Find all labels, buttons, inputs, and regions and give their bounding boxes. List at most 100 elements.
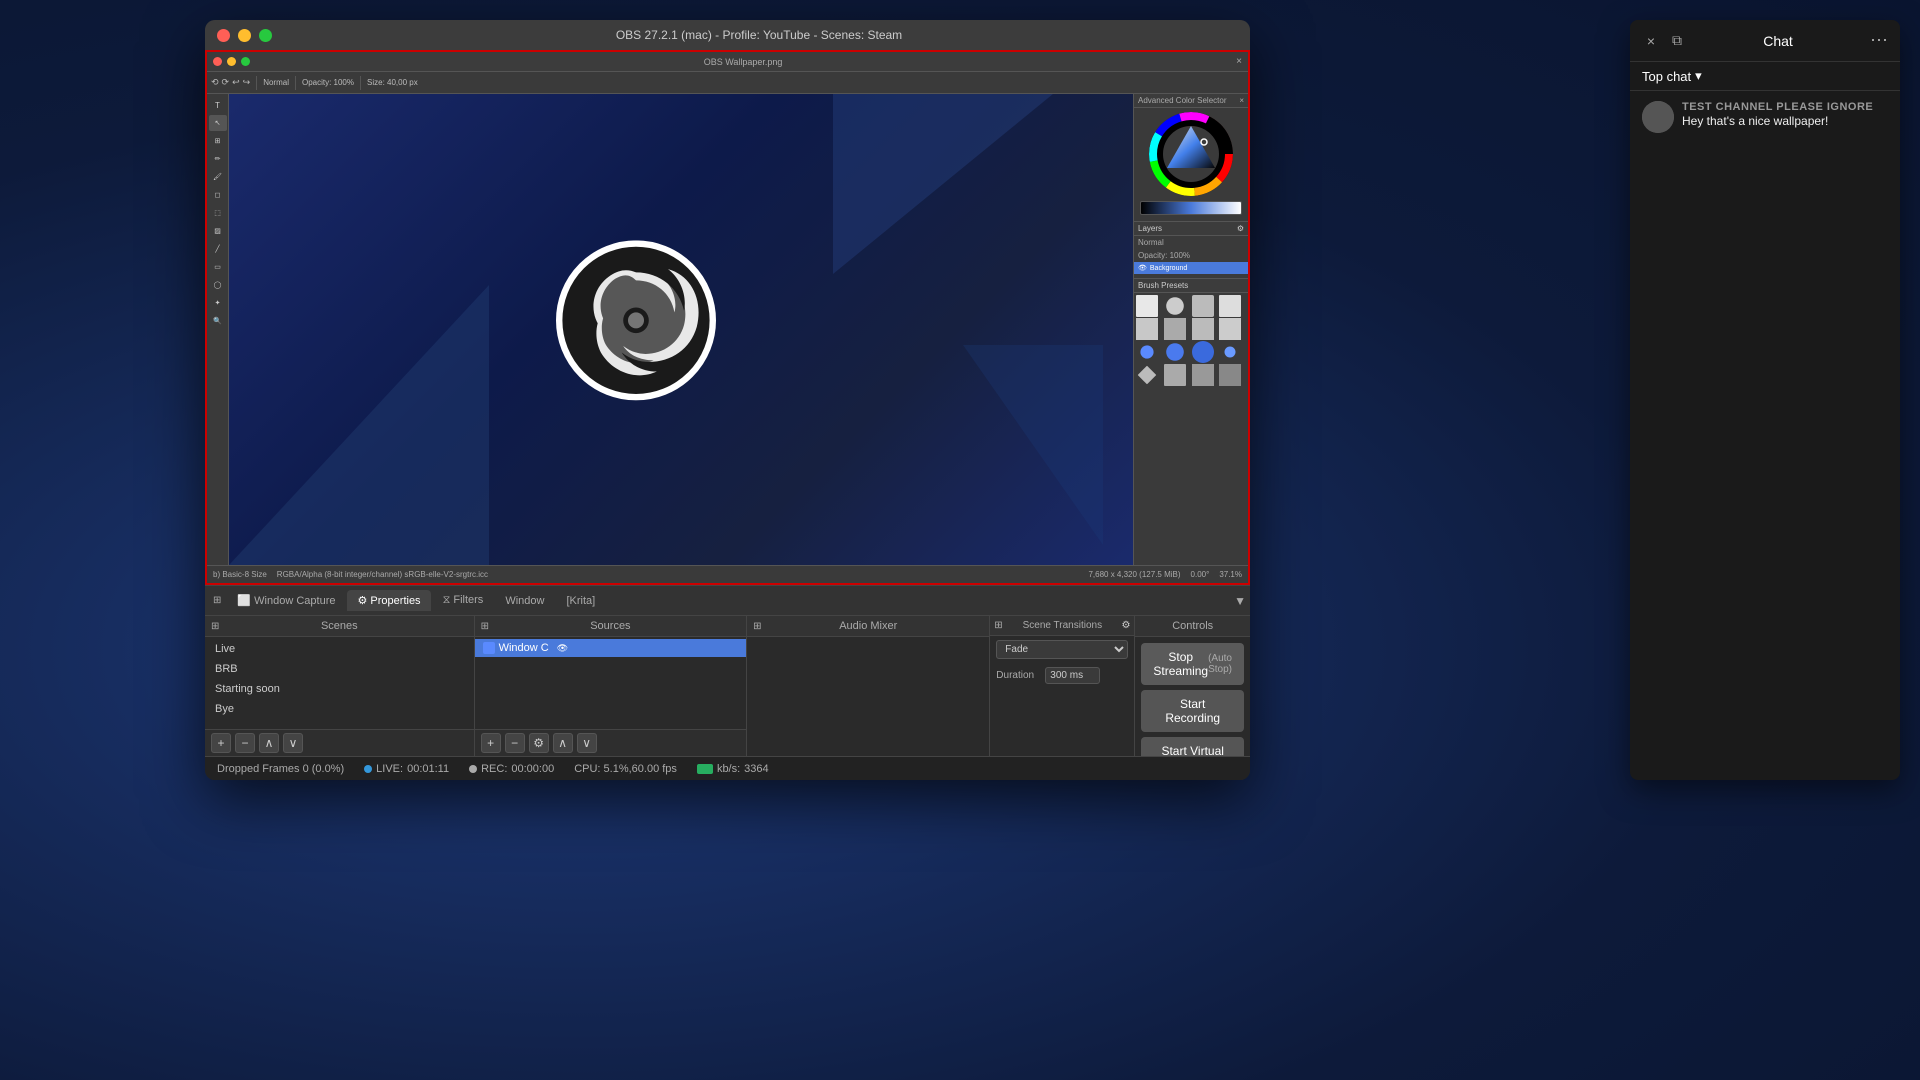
tab-expand-icon[interactable]: ⊞ [209,593,225,608]
krita-tool-brush[interactable]: 🖌 [209,169,227,185]
brush-4[interactable] [1219,295,1241,317]
source-remove-btn[interactable]: − [505,733,525,753]
tab-filters[interactable]: ⧖ Filters [433,590,494,611]
brush-12[interactable] [1225,347,1236,358]
close-button[interactable] [217,29,230,42]
source-window-c-label: Window C [499,642,549,654]
scene-add-btn[interactable]: + [211,733,231,753]
krita-tool-rect[interactable]: ▭ [209,259,227,275]
krita-tool-line[interactable]: ╱ [209,241,227,257]
transitions-settings-btn[interactable]: ⚙ [1121,620,1130,631]
chat-close-btn[interactable]: × [1642,32,1660,50]
krita-tool-ellipse[interactable]: ◯ [209,277,227,293]
krita-tool-eraser[interactable]: ◻ [209,187,227,203]
status-cpu: CPU: 5.1%,60.00 fps [574,763,677,775]
scene-live[interactable]: Live [205,639,474,659]
rec-time: 00:00:00 [511,763,554,775]
krita-close-dot[interactable] [213,57,222,66]
krita-tool-gradient[interactable]: ▨ [209,223,227,239]
scene-down-btn[interactable]: ∨ [283,733,303,753]
brush-14[interactable] [1164,364,1186,386]
brush-7[interactable] [1192,318,1214,340]
bg-tri-right [833,94,1053,274]
top-chat-selector[interactable]: Top chat ▾ [1642,68,1702,84]
chat-detach-btn[interactable]: ⧉ [1668,32,1686,50]
krita-tool-icon-1[interactable]: ⟲ [211,77,219,88]
tab-krita[interactable]: [Krita] [556,591,605,611]
chat-more-button[interactable]: ⋯ [1870,30,1888,51]
layer-name: Background [1150,265,1187,272]
layers-options[interactable]: ⚙ [1237,224,1244,233]
krita-right-panel: Advanced Color Selector × [1133,94,1248,565]
brush-3[interactable] [1192,295,1214,317]
source-up-btn[interactable]: ∧ [553,733,573,753]
brush-15[interactable] [1192,364,1214,386]
scene-remove-btn[interactable]: − [235,733,255,753]
tab-properties[interactable]: ⚙ Properties [347,590,430,611]
brush-6[interactable] [1164,318,1186,340]
krita-tool-fill[interactable]: ✏ [209,151,227,167]
scene-bye[interactable]: Bye [205,699,474,719]
transitions-header: Scene Transitions [1023,620,1103,631]
minimize-button[interactable] [238,29,251,42]
krita-min-dot[interactable] [227,57,236,66]
chat-msg-content-1: TEST CHANNEL PLEASE IGNORE Hey that's a … [1682,101,1888,133]
krita-tool-path[interactable]: ✦ [209,295,227,311]
brush-16[interactable] [1219,364,1241,386]
brush-8[interactable] [1219,318,1241,340]
source-settings-btn[interactable]: ⚙ [529,733,549,753]
color-gradient-bar[interactable] [1140,201,1242,215]
krita-tool-select[interactable]: ⬚ [209,205,227,221]
krita-filename: OBS Wallpaper.png [255,57,1231,67]
krita-redo[interactable]: ↪ [243,77,251,88]
source-visibility-icon[interactable]: 👁 [557,643,568,654]
color-selector-close[interactable]: × [1239,96,1244,105]
color-wheel[interactable] [1149,112,1234,197]
duration-input[interactable] [1045,667,1100,684]
audio-panel: ⊞ Audio Mixer [747,616,990,756]
tab-window-capture[interactable]: ⬜ Window Capture [227,590,345,611]
controls-header: Controls [1172,620,1213,632]
start-recording-button[interactable]: Start Recording [1141,690,1244,732]
krita-close-btn[interactable]: × [1236,56,1242,67]
tabs-scroll-right[interactable]: ▼ [1234,594,1246,608]
krita-tool-t[interactable]: T [209,97,227,113]
scene-starting[interactable]: Starting soon [205,679,474,699]
obs-panels: ⊞ Scenes Live BRB Starting soon Bye + − … [205,616,1250,756]
scene-brb[interactable]: BRB [205,659,474,679]
brush-2[interactable] [1166,297,1184,315]
layer-eye-icon[interactable]: 👁 [1138,264,1147,272]
brush-10[interactable] [1166,343,1184,361]
maximize-button[interactable] [259,29,272,42]
transition-type-select[interactable]: Fade [996,640,1128,659]
live-dot [364,765,372,773]
krita-undo[interactable]: ↩ [232,77,240,88]
source-down-btn[interactable]: ∨ [577,733,597,753]
layer-background[interactable]: 👁 Background [1134,262,1248,274]
controls-header-row: Controls [1135,616,1250,637]
start-virtual-camera-button[interactable]: Start Virtual Camera [1141,737,1244,756]
blend-mode-row: Normal [1134,236,1248,249]
tab-window[interactable]: Window [495,591,554,611]
brush-9[interactable] [1140,345,1153,358]
status-dimensions: 7,680 x 4,320 (127.5 MiB) [1088,570,1180,579]
window-capture-icon: ⬜ [237,595,251,607]
krita-max-dot[interactable] [241,57,250,66]
krita-top-toolbar: ⟲ ⟳ ↩ ↪ Normal Opacity: 100% Size: 40,00… [207,72,1248,94]
brush-11[interactable] [1192,341,1214,363]
krita-tool-crop[interactable]: ⊞ [209,133,227,149]
scene-up-btn[interactable]: ∧ [259,733,279,753]
brush-1[interactable] [1136,295,1158,317]
brush-5[interactable] [1136,318,1158,340]
krita-tool-icon-2[interactable]: ⟳ [222,77,230,88]
krita-tool-arrow[interactable]: ↖ [209,115,227,131]
layers-header-row: Layers ⚙ [1134,222,1248,236]
tab-window-capture-label: Window Capture [254,595,335,607]
status-rec: REC: 00:00:00 [469,763,554,775]
krita-tool-zoom[interactable]: 🔍 [209,313,227,329]
brush-13[interactable] [1138,366,1157,385]
source-add-btn[interactable]: + [481,733,501,753]
audio-content [747,637,989,756]
source-window-c[interactable]: Window C 👁 [475,639,747,657]
stop-streaming-button[interactable]: Stop Streaming (Auto Stop) [1141,643,1244,685]
